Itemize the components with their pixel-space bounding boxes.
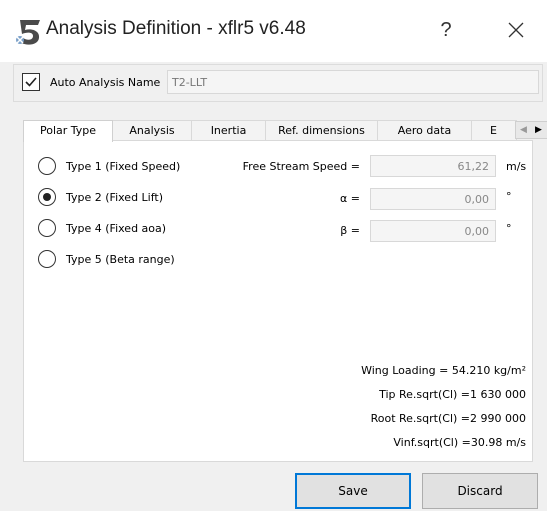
radio-label: Type 4 (Fixed aoa) — [66, 222, 167, 235]
tab-polar-type[interactable]: Polar Type — [23, 120, 113, 142]
window-title: Analysis Definition - xflr5 v6.48 — [46, 18, 306, 39]
free-stream-speed-unit: m/s — [506, 160, 527, 173]
help-button[interactable]: ? — [428, 12, 464, 48]
beta-label: β = — [340, 224, 360, 237]
discard-button[interactable]: Discard — [422, 473, 538, 509]
tab-aero-data[interactable]: Aero data — [377, 120, 472, 141]
vinf-text: Vinf.sqrt(Cl) =30.98 m/s — [393, 436, 526, 449]
tip-re-text: Tip Re.sqrt(Cl) =1 630 000 — [379, 388, 526, 401]
radio-button[interactable] — [38, 188, 56, 206]
tab-ref-dimensions[interactable]: Ref. dimensions — [265, 120, 378, 141]
save-button[interactable]: Save — [295, 473, 411, 509]
radio-label: Type 1 (Fixed Speed) — [66, 160, 181, 173]
free-stream-speed-input[interactable]: 61,22 — [370, 155, 496, 177]
checkmark-icon — [25, 77, 37, 87]
title-bar: Analysis Definition - xflr5 v6.48 ? — [0, 0, 547, 62]
wing-loading-text: Wing Loading = 54.210 kg/m² — [361, 364, 526, 377]
radio-label: Type 2 (Fixed Lift) — [66, 191, 164, 204]
free-stream-speed-label: Free Stream Speed = — [242, 160, 360, 173]
alpha-unit: ° — [506, 190, 512, 203]
alpha-label: α = — [340, 192, 360, 205]
tab-scroll-left-icon[interactable]: ◀ — [516, 122, 531, 138]
radio-label: Type 5 (Beta range) — [66, 253, 175, 266]
auto-analysis-label: Auto Analysis Name — [50, 76, 161, 89]
alpha-input[interactable]: 0,00 — [370, 188, 496, 210]
tab-bar: Polar Type Analysis Inertia Ref. dimensi… — [23, 120, 547, 142]
radio-button[interactable] — [38, 250, 56, 268]
auto-analysis-group: Auto Analysis Name T2-LLT — [13, 64, 543, 102]
beta-input[interactable]: 0,00 — [370, 220, 496, 242]
close-icon[interactable] — [498, 12, 534, 48]
radio-button[interactable] — [38, 219, 56, 237]
analysis-name-input[interactable]: T2-LLT — [167, 70, 539, 94]
polar-type-panel: Type 1 (Fixed Speed) Type 2 (Fixed Lift)… — [23, 140, 533, 462]
radio-button[interactable] — [38, 157, 56, 175]
tab-scroll-right-icon[interactable]: ▶ — [531, 122, 546, 138]
auto-analysis-checkbox[interactable] — [22, 73, 40, 91]
tab-scroll-buttons: ◀ ▶ — [515, 121, 547, 139]
root-re-text: Root Re.sqrt(Cl) =2 990 000 — [370, 412, 526, 425]
xflr5-logo-icon — [16, 20, 40, 45]
tab-analysis[interactable]: Analysis — [112, 120, 192, 141]
tab-inertia[interactable]: Inertia — [191, 120, 266, 141]
beta-unit: ° — [506, 222, 512, 235]
tab-partial[interactable]: E — [471, 120, 517, 141]
radio-selected-dot — [43, 193, 51, 201]
